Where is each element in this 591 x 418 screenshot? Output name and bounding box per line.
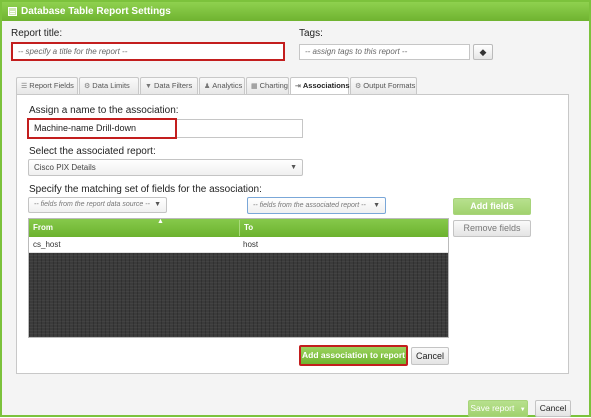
associated-report-label: Select the associated report: — [29, 146, 156, 157]
sort-icon: ▲ — [157, 218, 164, 225]
associated-fields-placeholder: -- fields from the associated report -- — [253, 202, 366, 209]
chevron-down-icon: ▼ — [519, 407, 526, 413]
source-fields-placeholder: -- fields from the report data source -- — [34, 201, 150, 208]
dialog-footer: Save report ▼ Cancel — [2, 395, 589, 417]
remove-fields-button[interactable]: Remove fields — [453, 220, 531, 237]
window-icon — [8, 7, 17, 16]
column-header-from[interactable]: From — [29, 220, 53, 236]
cancel-dialog-button[interactable]: Cancel — [535, 400, 571, 417]
title-bar: Database Table Report Settings — [2, 2, 589, 21]
row-to-value: host — [243, 240, 259, 249]
tab-associations[interactable]: ⇥ Associations — [290, 77, 350, 95]
tag-icon: ◆ — [479, 47, 487, 57]
add-fields-button[interactable]: Add fields — [453, 198, 531, 215]
matching-fields-label: Specify the matching set of fields for t… — [29, 184, 262, 195]
tab-data-filters[interactable]: ▼ Data Filters — [140, 77, 198, 94]
gear-icon: ⚙ — [84, 83, 91, 90]
tags-input[interactable]: -- assign tags to this report -- — [299, 44, 470, 60]
settings-icon: ⚙ — [355, 83, 362, 90]
person-icon: ♟ — [204, 83, 211, 90]
link-icon: ⇥ — [295, 83, 301, 90]
chevron-down-icon: ▼ — [290, 164, 297, 171]
source-fields-select[interactable]: -- fields from the report data source --… — [28, 197, 167, 213]
chart-icon: ▦ — [251, 83, 258, 90]
save-report-label: Save report — [470, 403, 515, 413]
associated-fields-select[interactable]: -- fields from the associated report -- … — [247, 197, 386, 214]
table-row[interactable]: cs_host host — [29, 237, 448, 253]
column-header-to[interactable]: To — [239, 220, 253, 236]
grid-empty-area — [29, 253, 448, 337]
save-report-button[interactable]: Save report ▼ — [468, 400, 528, 417]
associated-report-select[interactable]: Cisco PIX Details ▼ — [28, 159, 303, 176]
tab-report-fields[interactable]: ☰ Report Fields — [16, 77, 78, 94]
chevron-down-icon: ▼ — [373, 202, 380, 209]
association-name-label: Assign a name to the association: — [29, 105, 179, 116]
associated-report-value: Cisco PIX Details — [34, 163, 96, 172]
tab-analytics[interactable]: ♟ Analytics — [199, 77, 245, 94]
tab-data-limits[interactable]: ⚙ Data Limits — [79, 77, 139, 94]
grid-header: From ▲ To — [29, 218, 448, 237]
cancel-association-button[interactable]: Cancel — [411, 347, 449, 365]
report-title-label: Report title: — [11, 28, 63, 39]
field-mapping-grid: From ▲ To cs_host host — [28, 218, 449, 338]
tab-charting[interactable]: ▦ Charting — [246, 77, 289, 94]
window-title: Database Table Report Settings — [21, 6, 171, 17]
report-title-input[interactable]: -- specify a title for the report -- — [11, 42, 285, 61]
filter-icon: ▼ — [145, 83, 152, 90]
report-settings-window: Database Table Report Settings Report ti… — [0, 0, 591, 417]
tag-button[interactable]: ◆ — [473, 44, 493, 60]
row-from-value: cs_host — [33, 240, 61, 249]
tab-output-formats[interactable]: ⚙ Output Formats — [350, 77, 417, 94]
association-name-input[interactable]: Machine-name Drill-down — [27, 118, 177, 139]
chevron-down-icon: ▼ — [154, 201, 161, 208]
add-association-button[interactable]: Add association to report — [299, 345, 408, 366]
tags-label: Tags: — [299, 28, 323, 39]
list-icon: ☰ — [21, 83, 28, 90]
